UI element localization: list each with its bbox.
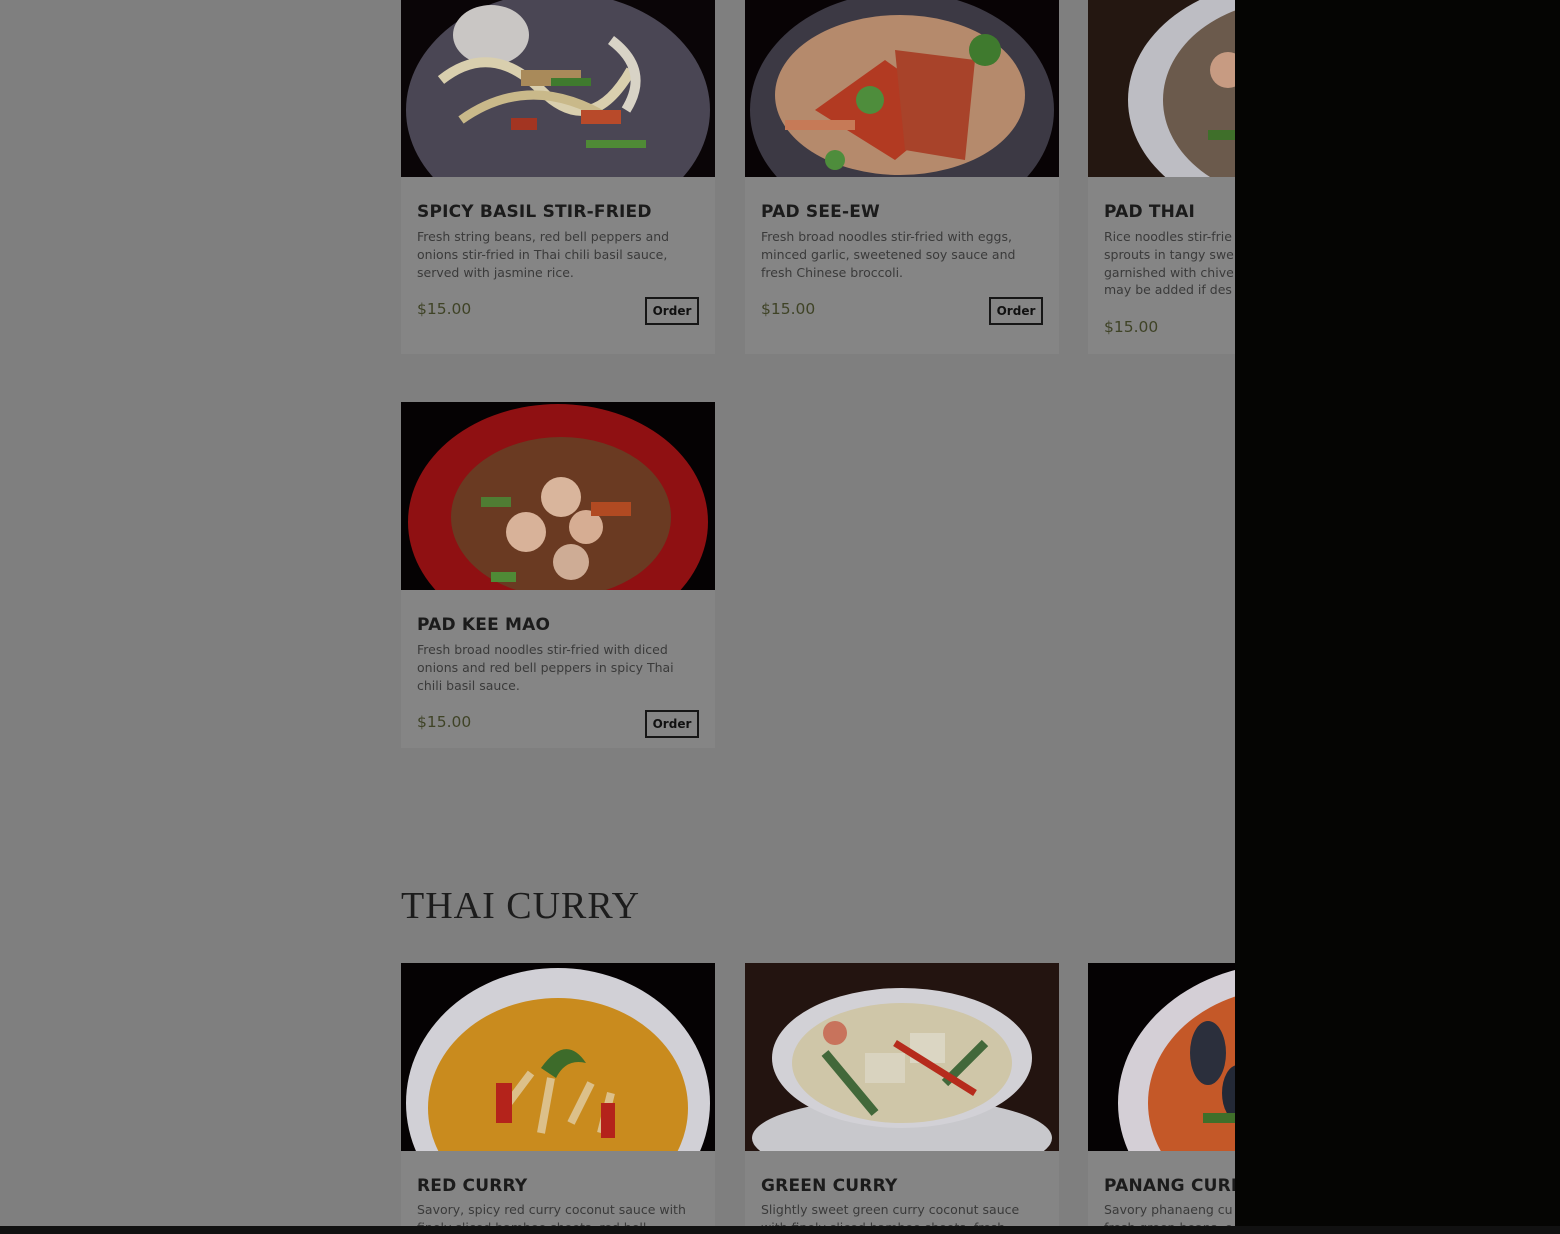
dish-photo: [401, 402, 715, 590]
section-title-thai-curry: THAI CURRY: [401, 885, 641, 927]
dish-name: PANANG CURR: [1104, 1176, 1245, 1196]
menu-item-card: GREEN CURRY Slightly sweet green curry c…: [745, 963, 1059, 1234]
order-button[interactable]: Order: [989, 297, 1043, 325]
dish-description: Fresh string beans, red bell peppers and…: [417, 229, 670, 280]
dish-photo: [745, 963, 1059, 1151]
dish-price: $15.00: [1104, 318, 1159, 336]
page-bottom-bar: [0, 1226, 1560, 1234]
dish-name: GREEN CURRY: [761, 1176, 898, 1196]
dish-price: $15.00: [761, 300, 816, 318]
dish-description: Rice noodles stir-frie sprouts in tangy …: [1104, 229, 1234, 298]
side-drawer-panel: [1235, 0, 1560, 1234]
menu-item-card: SPICY BASIL STIR-FRIED Fresh string bean…: [401, 0, 715, 354]
dish-name: PAD THAI: [1104, 202, 1195, 222]
order-button[interactable]: Order: [645, 710, 699, 738]
dish-description: Fresh broad noodles stir-fried with eggs…: [761, 229, 1016, 280]
menu-item-card: PAD SEE-EW Fresh broad noodles stir-frie…: [745, 0, 1059, 354]
dish-name: SPICY BASIL STIR-FRIED: [417, 202, 652, 222]
menu-item-card: PAD KEE MAO Fresh broad noodles stir-fri…: [401, 402, 715, 748]
menu-page: SPICY BASIL STIR-FRIED Fresh string bean…: [0, 0, 1560, 1234]
dish-price: $15.00: [417, 713, 472, 731]
dish-photo: [401, 0, 715, 177]
dish-price: $15.00: [417, 300, 472, 318]
dish-name: PAD KEE MAO: [417, 615, 551, 635]
dish-photo: [745, 0, 1059, 177]
dish-photo: [401, 963, 715, 1151]
dish-description: Fresh broad noodles stir-fried with dice…: [417, 642, 674, 693]
menu-item-card: RED CURRY Savory, spicy red curry coconu…: [401, 963, 715, 1234]
dish-name: PAD SEE-EW: [761, 202, 880, 222]
order-button[interactable]: Order: [645, 297, 699, 325]
dish-name: RED CURRY: [417, 1176, 528, 1196]
